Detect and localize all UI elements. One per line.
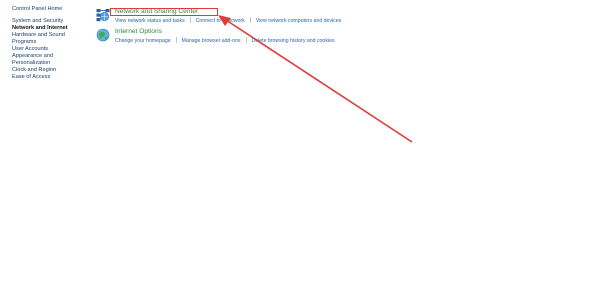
sidebar-item-appearance[interactable]: Appearance and xyxy=(12,53,92,60)
internet-globe-icon[interactable] xyxy=(96,28,110,42)
view-network-computers-link[interactable]: View network computers and devices xyxy=(256,18,342,24)
sidebar-item-system-security[interactable]: System and Security xyxy=(12,18,92,25)
link-divider xyxy=(249,17,251,23)
internet-options-link[interactable]: Internet Options xyxy=(115,28,162,35)
sidebar-item-ease-of-access[interactable]: Ease of Access xyxy=(12,74,92,81)
delete-browsing-history-link[interactable]: Delete browsing history and cookies xyxy=(252,38,335,44)
link-divider xyxy=(189,17,191,23)
control-panel-sidebar: Control Panel Home System and Security N… xyxy=(12,6,92,81)
sidebar-item-network-internet[interactable]: Network and Internet xyxy=(12,25,92,32)
sidebar-item-user-accounts[interactable]: User Accounts xyxy=(12,46,92,53)
network-globe-icon[interactable] xyxy=(96,8,110,22)
link-divider xyxy=(245,37,247,43)
sidebar-item-clock-region[interactable]: Clock and Region xyxy=(12,67,92,74)
control-panel-home-link[interactable]: Control Panel Home xyxy=(12,6,92,13)
network-sharing-links: View network status and tasks Connect to … xyxy=(115,17,341,24)
highlight-box xyxy=(110,8,218,16)
sidebar-item-programs[interactable]: Programs xyxy=(12,39,92,46)
sidebar-item-personalization[interactable]: Personalization xyxy=(12,60,92,67)
connect-to-network-link[interactable]: Connect to a network xyxy=(196,18,245,24)
sidebar-item-hardware-sound[interactable]: Hardware and Sound xyxy=(12,32,92,39)
internet-options-links: Change your homepage Manage browser add-o… xyxy=(115,37,335,44)
change-homepage-link[interactable]: Change your homepage xyxy=(115,38,171,44)
link-divider xyxy=(175,37,177,43)
manage-addons-link[interactable]: Manage browser add-ons xyxy=(182,38,241,44)
view-network-status-link[interactable]: View network status and tasks xyxy=(115,18,185,24)
